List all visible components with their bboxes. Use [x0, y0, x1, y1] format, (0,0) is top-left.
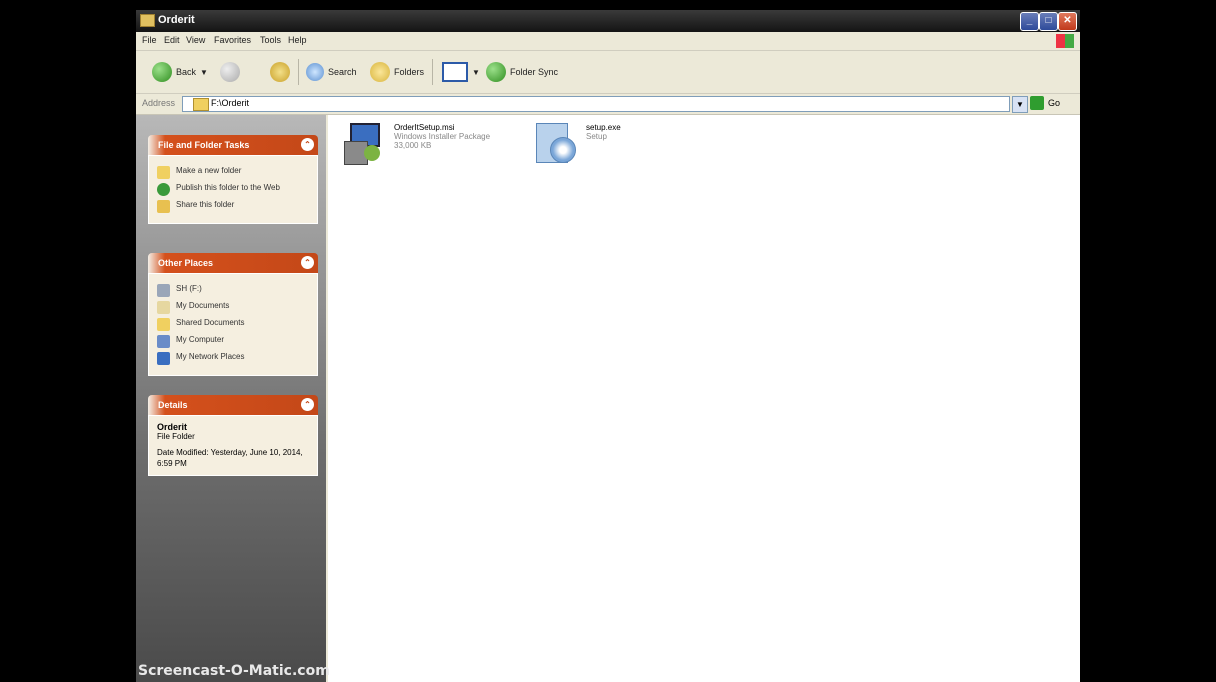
details-panel: Details ⌃ Orderit File Folder Date Modif…	[148, 395, 318, 476]
views-dropdown-icon[interactable]: ▼	[472, 68, 480, 77]
toolbar: Back ▼ Search Folders ▼ Folder Sync	[136, 51, 1080, 94]
back-button[interactable]: Back ▼	[152, 61, 212, 83]
new-folder-icon	[157, 166, 170, 179]
task-label: Share this folder	[176, 200, 235, 209]
menu-file[interactable]: File	[142, 35, 157, 45]
place-label: My Computer	[176, 335, 225, 344]
menu-help[interactable]: Help	[288, 35, 307, 45]
folders-label: Folders	[394, 67, 425, 77]
collapse-chevron-icon[interactable]: ⌃	[301, 256, 314, 269]
folder-icon	[140, 14, 155, 27]
address-dropdown-button[interactable]: ▼	[1012, 96, 1028, 113]
file-name: OrderItSetup.msi	[394, 123, 455, 132]
views-button[interactable]: ▼	[442, 61, 484, 83]
maximize-button[interactable]: □	[1039, 12, 1058, 31]
menu-favorites[interactable]: Favorites	[214, 35, 251, 45]
place-network-places[interactable]: My Network Places	[157, 352, 309, 365]
computer-icon	[157, 335, 170, 348]
folder-sync-label: Folder Sync	[510, 67, 559, 77]
title-bar[interactable]: Orderit _ □ ✕	[136, 10, 1080, 32]
details-modified: Date Modified: Yesterday, June 10, 2014,…	[157, 448, 303, 468]
other-places-panel: Other Places ⌃ SH (F:) My Documents Shar…	[148, 253, 318, 376]
place-my-computer[interactable]: My Computer	[157, 335, 309, 348]
menu-tools[interactable]: Tools	[260, 35, 281, 45]
collapse-chevron-icon[interactable]: ⌃	[301, 138, 314, 151]
place-my-documents[interactable]: My Documents	[157, 301, 309, 314]
toolbar-separator	[432, 59, 433, 85]
panel-header[interactable]: Details ⌃	[148, 395, 318, 415]
setup-exe-icon	[536, 123, 578, 165]
search-icon	[306, 63, 324, 81]
up-folder-icon	[270, 62, 290, 82]
task-publish-web[interactable]: Publish this folder to the Web	[157, 183, 309, 196]
back-arrow-icon	[152, 62, 172, 82]
panel-title: Details	[158, 400, 188, 410]
menu-view[interactable]: View	[186, 35, 205, 45]
go-button[interactable]: Go	[1048, 98, 1060, 108]
window-title: Orderit	[158, 14, 195, 26]
share-folder-icon	[157, 200, 170, 213]
task-share-folder[interactable]: Share this folder	[157, 200, 309, 213]
address-bar: Address F:\Orderit ▼ Go	[136, 94, 1080, 115]
folder-sync-icon	[486, 62, 506, 82]
windows-logo-icon	[1056, 34, 1074, 48]
folders-button[interactable]: Folders	[370, 61, 424, 83]
minimize-button[interactable]: _	[1020, 12, 1039, 31]
address-input[interactable]: F:\Orderit	[182, 96, 1010, 112]
panel-header[interactable]: Other Places ⌃	[148, 253, 318, 273]
forward-arrow-icon	[220, 62, 240, 82]
back-label: Back	[176, 67, 197, 77]
place-label: My Documents	[176, 301, 230, 310]
installer-package-icon	[344, 123, 386, 165]
search-label: Search	[328, 67, 357, 77]
file-view[interactable]: OrderItSetup.msi Windows Installer Packa…	[328, 115, 1080, 682]
address-path: F:\Orderit	[211, 98, 250, 108]
folder-icon	[193, 98, 209, 111]
views-icon	[442, 62, 468, 82]
toolbar-separator	[298, 59, 299, 85]
place-label: My Network Places	[176, 352, 245, 361]
file-folder-tasks-panel: File and Folder Tasks ⌃ Make a new folde…	[148, 135, 318, 224]
network-icon	[157, 352, 170, 365]
globe-icon	[157, 183, 170, 196]
panel-header[interactable]: File and Folder Tasks ⌃	[148, 135, 318, 155]
explorer-window: Orderit _ □ ✕ File Edit View Favorites T…	[136, 10, 1080, 682]
task-make-new-folder[interactable]: Make a new folder	[157, 166, 309, 179]
place-label: Shared Documents	[176, 318, 245, 327]
folder-sync-button[interactable]: Folder Sync	[486, 61, 558, 83]
file-item[interactable]: OrderItSetup.msi Windows Installer Packa…	[344, 123, 490, 165]
back-dropdown-icon[interactable]: ▼	[200, 68, 208, 77]
details-type: File Folder	[157, 432, 195, 441]
shared-folder-icon	[157, 318, 170, 331]
go-arrow-icon[interactable]	[1030, 96, 1044, 110]
file-type: Setup	[586, 132, 607, 141]
menu-edit[interactable]: Edit	[164, 35, 180, 45]
task-label: Publish this folder to the Web	[176, 183, 280, 192]
collapse-chevron-icon[interactable]: ⌃	[301, 398, 314, 411]
panel-title: File and Folder Tasks	[158, 140, 250, 150]
place-drive[interactable]: SH (F:)	[157, 284, 309, 297]
task-pane: File and Folder Tasks ⌃ Make a new folde…	[136, 115, 326, 682]
file-item[interactable]: setup.exe Setup	[536, 123, 621, 165]
file-type: Windows Installer Package	[394, 132, 491, 141]
search-button[interactable]: Search	[306, 61, 357, 83]
up-folder-button[interactable]	[270, 61, 294, 83]
folders-icon	[370, 62, 390, 82]
file-name: setup.exe	[586, 123, 621, 132]
menu-bar: File Edit View Favorites Tools Help	[136, 32, 1080, 51]
close-button[interactable]: ✕	[1058, 12, 1077, 31]
drive-icon	[157, 284, 170, 297]
details-name: Orderit	[157, 422, 188, 432]
panel-title: Other Places	[158, 258, 214, 268]
file-size: 33,000 KB	[394, 141, 432, 150]
address-label: Address	[142, 98, 176, 108]
task-label: Make a new folder	[176, 166, 242, 175]
forward-button[interactable]	[220, 61, 244, 83]
place-label: SH (F:)	[176, 284, 202, 293]
place-shared-documents[interactable]: Shared Documents	[157, 318, 309, 331]
documents-folder-icon	[157, 301, 170, 314]
screencast-watermark: Screencast-O-Matic.com	[138, 663, 330, 679]
